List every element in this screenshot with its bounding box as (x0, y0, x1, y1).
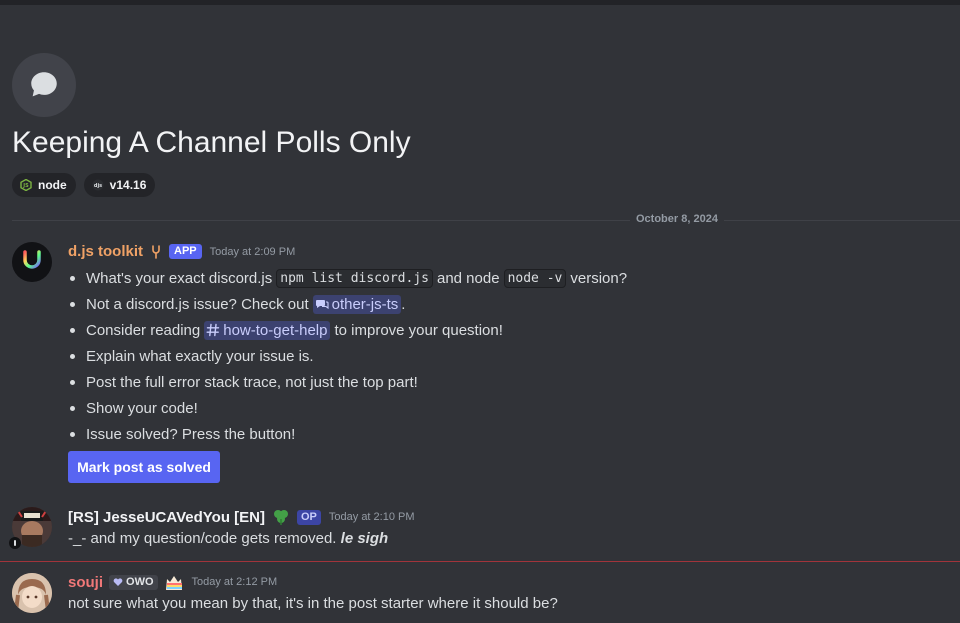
role-icon (152, 244, 160, 259)
status-icon (9, 537, 21, 549)
thread-title: Keeping A Channel Polls Only (12, 126, 411, 159)
list-item: Explain what exactly your issue is. (68, 343, 627, 369)
hash-icon (206, 323, 220, 337)
app-badge: APP (169, 244, 202, 259)
tag-label: v14.16 (109, 178, 147, 192)
emphasis-text: le sigh (340, 530, 389, 547)
date-divider: October 8, 2024 (12, 212, 960, 230)
owo-badge: OWO (109, 574, 158, 590)
heart-icon (113, 578, 123, 586)
bullet-text: Consider reading (86, 321, 201, 339)
bullet-list: What's your exact discord.js npm list di… (68, 265, 627, 447)
node-js-icon: JS (20, 179, 32, 191)
timestamp: Today at 2:09 PM (209, 245, 296, 258)
date-divider-label: October 8, 2024 (630, 213, 724, 225)
message-header: souji OWO Today at 2:12 PM (68, 573, 277, 591)
mark-solved-button[interactable]: Mark post as solved (68, 451, 220, 483)
message-content: not sure what you mean by that, it's in … (68, 595, 558, 612)
username[interactable]: souji (68, 574, 103, 591)
bullet-text: . (401, 295, 406, 313)
tag-list: JS node djs v14.16 (12, 173, 156, 197)
message-content: -_- and my question/code gets removed. l… (68, 530, 388, 547)
channel-mention-how-to-get-help[interactable]: how-to-get-help (204, 320, 331, 340)
svg-text:djs: djs (94, 183, 102, 189)
timestamp: Today at 2:12 PM (191, 576, 278, 588)
rainbow-cat-icon (165, 576, 182, 590)
bullet-dot (70, 275, 75, 281)
bullet-text: Explain what exactly your issue is. (86, 347, 314, 365)
clover-icon (274, 510, 288, 525)
list-item: Issue solved? Press the button! (68, 421, 627, 447)
thread-view: Keeping A Channel Polls Only JS node djs… (0, 0, 960, 623)
username[interactable]: [RS] JesseUCAVedYou [EN] (68, 509, 265, 526)
username[interactable]: d.js toolkit (68, 243, 143, 260)
tag-version[interactable]: djs v14.16 (83, 173, 156, 197)
bullet-text: Not a discord.js issue? Check out (86, 295, 309, 313)
list-item: Show your code! (68, 395, 627, 421)
tag-label: node (38, 178, 67, 192)
bullet-dot (70, 327, 75, 333)
inline-code: node -v (503, 268, 567, 288)
bullet-dot (70, 353, 75, 359)
bullet-dot (70, 301, 75, 307)
divider-line (12, 220, 960, 221)
list-item: Not a discord.js issue? Check out other-… (68, 291, 627, 317)
discordjs-icon: djs (92, 179, 104, 191)
list-item: Consider reading how-to-get-help to impr… (68, 317, 627, 343)
badge-label: OWO (126, 575, 154, 588)
message-header: [RS] JesseUCAVedYou [EN] OP Today at 2:1… (68, 508, 415, 526)
avatar[interactable] (12, 573, 52, 613)
list-item: Post the full error stack trace, not jus… (68, 369, 627, 395)
list-item: What's your exact discord.js npm list di… (68, 265, 627, 291)
user-avatar-icon (12, 573, 52, 613)
bullet-text: Post the full error stack trace, not jus… (86, 373, 418, 391)
bullet-dot (70, 431, 75, 437)
message-text: -_- and my question/code gets removed. (68, 530, 337, 547)
bullet-text: What's your exact discord.js (86, 269, 273, 287)
op-badge: OP (297, 509, 321, 525)
mention-label: other-js-ts (331, 295, 399, 313)
toolkit-logo-icon (12, 242, 52, 282)
channel-mention-other-js-ts[interactable]: other-js-ts (312, 294, 402, 314)
bullet-text: Issue solved? Press the button! (86, 425, 296, 443)
chat-bubble-icon (31, 72, 57, 97)
bullet-text: Show your code! (86, 399, 198, 417)
title-bar (0, 0, 960, 5)
forum-channel-icon (315, 300, 329, 310)
timestamp: Today at 2:10 PM (328, 511, 415, 523)
message-header: d.js toolkit APP Today at 2:09 PM (68, 243, 295, 260)
thread-icon (12, 53, 76, 117)
avatar[interactable] (12, 242, 52, 282)
bullet-text: and node (436, 269, 500, 287)
bullet-text: version? (570, 269, 628, 287)
new-messages-divider (0, 561, 960, 562)
svg-text:JS: JS (22, 183, 29, 189)
tag-node[interactable]: JS node (12, 173, 76, 197)
bullet-dot (70, 405, 75, 411)
bullet-dot (70, 379, 75, 385)
mention-label: how-to-get-help (223, 321, 328, 339)
bullet-text: to improve your question! (334, 321, 503, 339)
inline-code: npm list discord.js (276, 268, 433, 288)
